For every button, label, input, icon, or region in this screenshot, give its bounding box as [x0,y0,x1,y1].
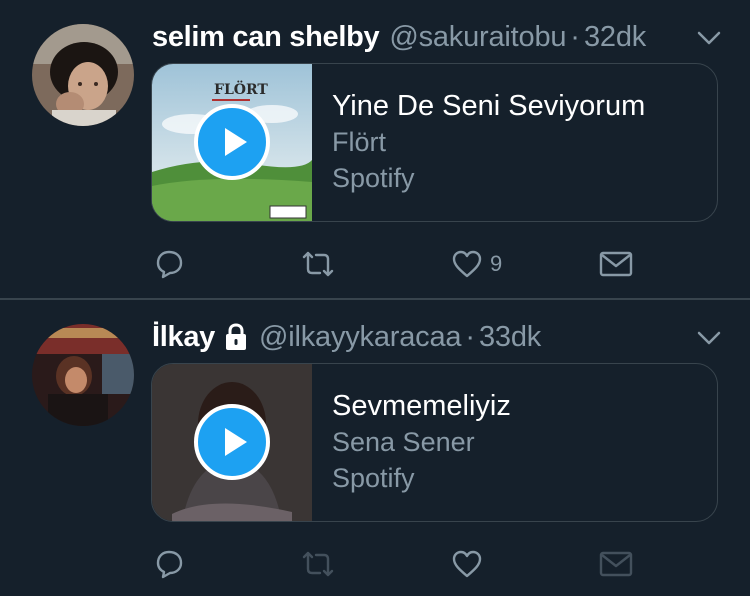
card-source: Spotify [332,163,415,193]
reply-icon [156,250,183,279]
avatar[interactable] [32,324,134,426]
retweet-button[interactable] [300,244,336,284]
direct-message-button [598,544,634,584]
separator-dot: · [465,320,475,353]
heart-icon [452,550,482,578]
display-name[interactable]: selim can shelby [152,21,380,54]
album-art [152,364,312,521]
like-button[interactable] [450,544,490,584]
album-art-text: FLÖRT [214,79,268,98]
heart-icon [452,250,482,278]
retweet-icon [302,551,334,577]
spotify-card[interactable]: Sevmemeliyiz Sena Sener Spotify [151,363,718,522]
tweet-actions: 9 [0,244,750,284]
username-handle[interactable]: @ilkayykaracaa [259,321,462,354]
lock-icon [223,322,249,352]
chevron-down-icon[interactable] [696,324,722,350]
avatar[interactable] [32,24,134,126]
reply-button[interactable] [152,544,186,584]
retweet-icon [302,251,334,277]
album-art: FLÖRT [152,64,312,221]
card-source: Spotify [332,463,415,493]
envelope-icon [599,551,633,577]
tweet[interactable]: İlkay @ilkayykaracaa · 33dk Sevmemeliyiz… [0,300,750,596]
separator-dot: · [570,20,580,53]
spotify-card[interactable]: FLÖRT Yine De Seni Seviyorum Flört Spoti… [151,63,718,222]
tweet[interactable]: selim can shelby @sakuraitobu · 32dk FLÖ… [0,0,750,300]
timestamp[interactable]: 33dk [479,321,541,354]
envelope-icon [599,251,633,277]
card-artist: Sena Sener [332,427,475,457]
play-icon [225,428,247,456]
card-artist: Flört [332,127,386,157]
chevron-down-icon[interactable] [696,24,722,50]
play-button[interactable] [194,104,270,180]
direct-message-button[interactable] [598,244,634,284]
retweet-button [300,544,336,584]
username-handle[interactable]: @sakuraitobu [389,21,566,54]
display-name[interactable]: İlkay [152,321,215,354]
like-button[interactable]: 9 [450,244,502,284]
reply-icon [156,550,183,579]
card-title: Sevmemeliyiz [332,390,511,422]
timestamp[interactable]: 32dk [584,21,646,54]
reply-button[interactable] [152,244,186,284]
play-icon [225,128,247,156]
tweet-actions [0,544,750,584]
play-button[interactable] [194,404,270,480]
card-title: Yine De Seni Seviyorum [332,90,646,122]
like-count: 9 [490,251,503,276]
